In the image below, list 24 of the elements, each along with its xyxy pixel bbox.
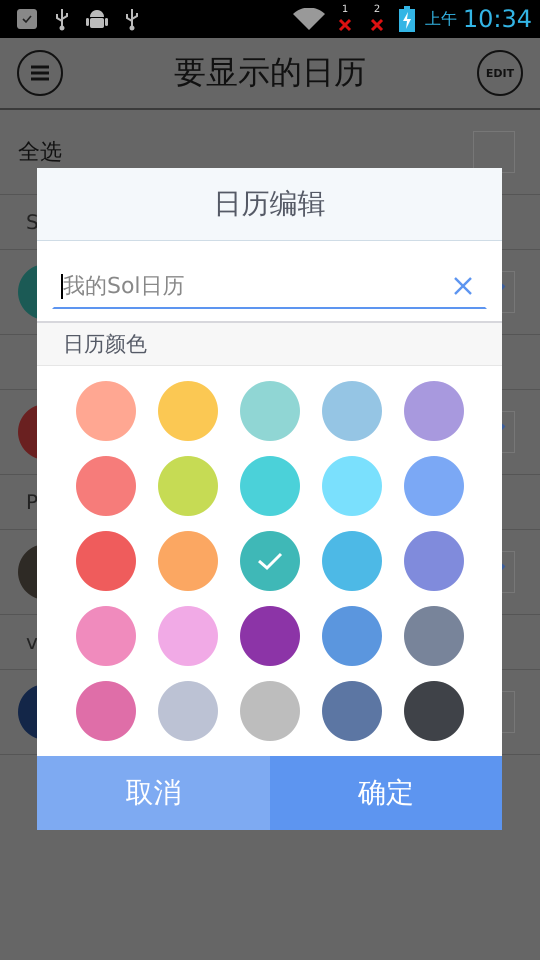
section-label: 日历颜色: [37, 323, 502, 366]
clear-icon[interactable]: [453, 276, 473, 296]
clock-time: 10:34: [462, 5, 532, 33]
usb-icon: [54, 7, 70, 31]
dialog-title: 日历编辑: [37, 168, 502, 241]
edit-button[interactable]: EDIT: [477, 50, 523, 96]
menu-button[interactable]: [17, 50, 63, 96]
time-period: 上午: [424, 8, 457, 30]
sim-number: 1: [342, 4, 348, 15]
checkmark-icon: [256, 551, 282, 571]
no-signal-icon: [338, 18, 352, 32]
page-title: 要显示的日历: [174, 52, 366, 93]
no-signal-icon: [370, 18, 384, 32]
battery-charging-icon: [398, 6, 415, 32]
cancel-button[interactable]: 取消: [37, 756, 270, 830]
wifi-icon: [292, 8, 325, 30]
android-debug-icon: [86, 7, 108, 31]
task-notification-icon: [16, 8, 38, 30]
usb-icon: [124, 7, 140, 31]
select-all-label: 全选: [18, 139, 62, 167]
menu-icon: [30, 65, 50, 81]
calendar-name-field[interactable]: 我的Sol日历: [61, 274, 453, 298]
sim-number: 2: [374, 4, 380, 15]
confirm-button[interactable]: 确定: [270, 756, 502, 830]
